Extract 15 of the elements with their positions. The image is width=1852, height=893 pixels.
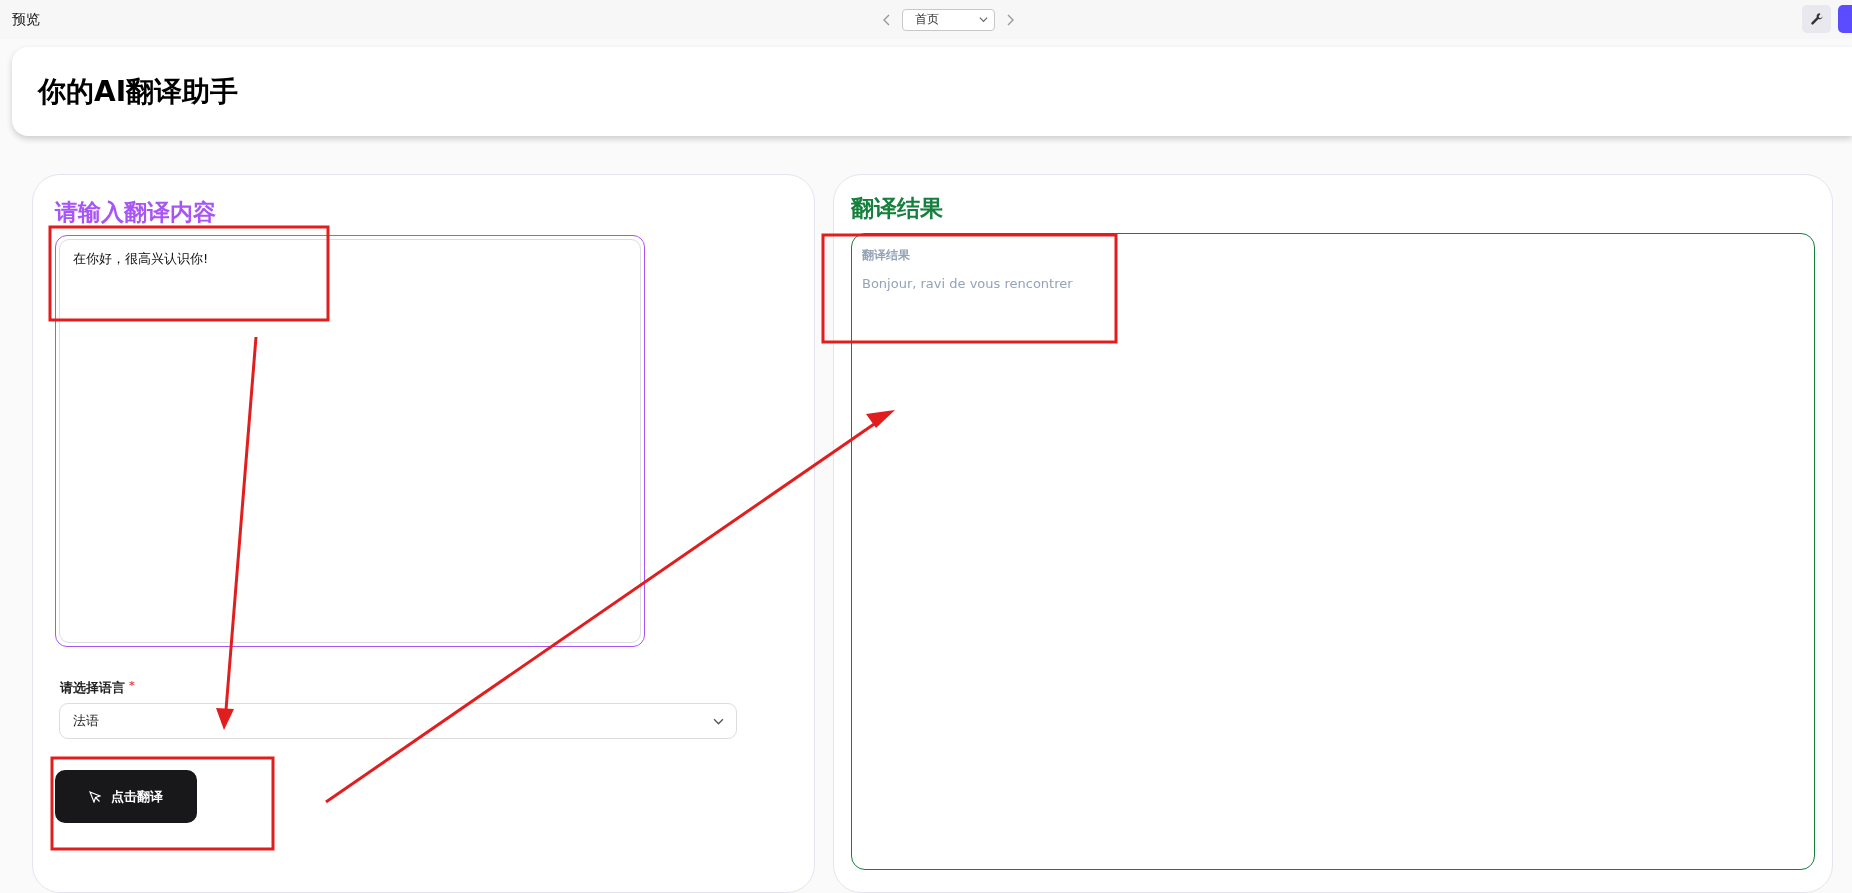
wrench-icon xyxy=(1809,12,1824,26)
language-select[interactable]: 法语 xyxy=(59,703,737,739)
input-section-title: 请输入翻译内容 xyxy=(55,198,217,227)
result-section-title: 翻译结果 xyxy=(851,194,944,223)
page-select[interactable]: 首页 xyxy=(902,8,995,31)
wrench-button[interactable] xyxy=(1802,5,1831,33)
caret-icon xyxy=(979,15,988,24)
language-label: 请选择语言 xyxy=(60,680,125,695)
preview-title: 预览 xyxy=(12,10,40,29)
required-asterisk: * xyxy=(129,679,135,692)
page-title: 你的AI翻译助手 xyxy=(38,73,239,110)
translate-button[interactable]: 点击翻译 xyxy=(55,770,197,823)
translated-text: Bonjour, ravi de vous rencontrer xyxy=(862,276,1074,291)
result-field-label: 翻译结果 xyxy=(862,247,911,264)
cursor-icon xyxy=(89,790,101,803)
